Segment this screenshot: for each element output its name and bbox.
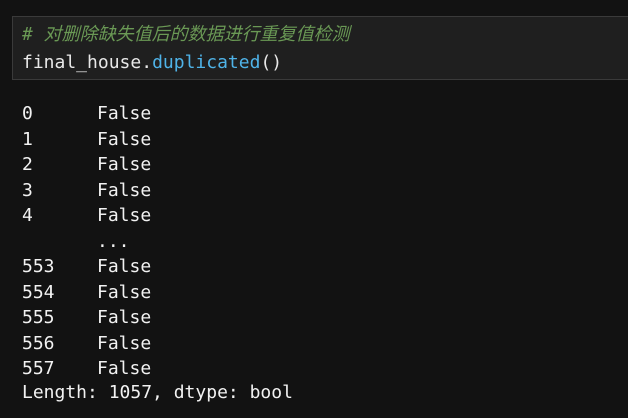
row-index: 2 [22, 154, 33, 175]
output-row: 553 False [22, 254, 151, 280]
code-comment: # 对删除缺失值后的数据进行重复值检测 [22, 24, 350, 45]
code-dot: . [141, 52, 153, 73]
row-index: 1 [22, 128, 33, 150]
row-ellipsis: ... [97, 230, 130, 252]
output-row: 4 False [22, 203, 151, 229]
code-object: final_house [22, 52, 142, 73]
row-value: False [97, 307, 152, 328]
row-index: 554 [22, 281, 55, 303]
output-row: 3 False [22, 178, 151, 204]
row-value: False [97, 103, 152, 124]
output-row: 0 False [22, 101, 151, 127]
row-index: 0 [22, 103, 33, 124]
code-statement: final_house.duplicated() [22, 52, 282, 74]
row-index: 556 [22, 332, 55, 354]
row-value: False [97, 205, 152, 226]
row-value: False [97, 154, 152, 175]
output-row: 555 False [22, 305, 151, 331]
output-row: 556 False [22, 331, 151, 357]
row-index: 3 [22, 179, 33, 201]
code-parens: () [260, 52, 283, 73]
row-index: 553 [22, 256, 55, 277]
code-method: duplicated [152, 52, 261, 73]
row-value: False [97, 256, 152, 277]
row-value: False [97, 358, 152, 379]
row-index: 555 [22, 307, 55, 328]
code-cell[interactable]: # 对删除缺失值后的数据进行重复值检测 final_house.duplicat… [12, 16, 628, 80]
cell-output: 0 False 1 False 2 False 3 False 4 False … [22, 101, 151, 382]
row-value: False [97, 281, 152, 303]
row-value: False [97, 128, 152, 150]
output-row: 557 False [22, 356, 151, 382]
row-value: False [97, 332, 152, 354]
row-index: 4 [22, 205, 33, 226]
row-index: 557 [22, 358, 55, 379]
output-row: 1 False [22, 127, 151, 153]
output-summary: Length: 1057, dtype: bool [22, 382, 293, 403]
row-value: False [97, 179, 152, 201]
output-row: 554 False [22, 280, 151, 306]
output-ellipsis-row: ... [22, 229, 130, 255]
output-row: 2 False [22, 152, 151, 178]
